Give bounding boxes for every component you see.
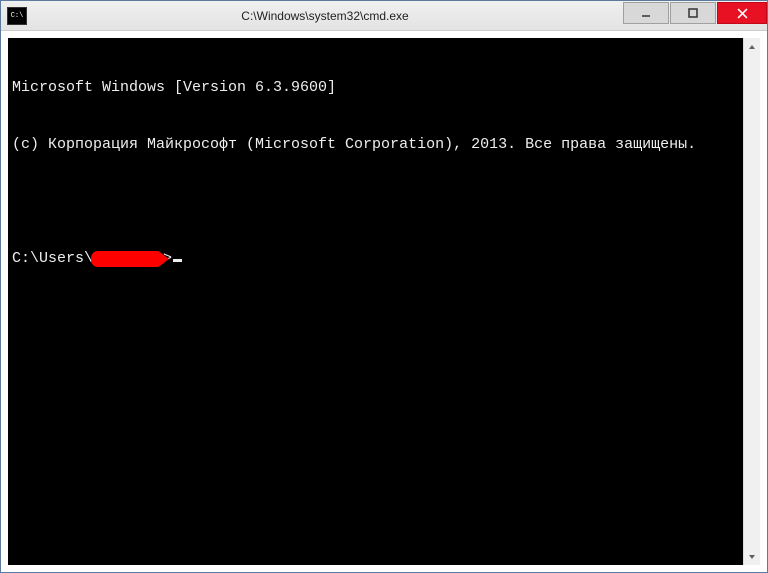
version-line: Microsoft Windows [Version 6.3.9600] [12,78,739,97]
prompt-prefix: C:\Users\ [12,249,93,268]
close-icon [737,8,748,19]
scroll-down-button[interactable] [744,548,760,565]
maximize-button[interactable] [670,2,716,24]
titlebar[interactable]: C:\Windows\system32\cmd.exe [1,1,767,31]
blank-line [12,192,739,211]
chevron-up-icon [748,44,756,50]
client-area: Microsoft Windows [Version 6.3.9600] (c)… [1,31,767,572]
scroll-track[interactable] [744,55,760,548]
redacted-username [91,251,163,267]
maximize-icon [688,8,698,18]
window-title: C:\Windows\system32\cmd.exe [27,9,623,23]
window-controls [623,1,767,30]
minimize-icon [641,8,651,18]
scroll-up-button[interactable] [744,38,760,55]
cmd-window: C:\Windows\system32\cmd.exe Microsoft Wi… [0,0,768,573]
chevron-down-icon [748,554,756,560]
console-output[interactable]: Microsoft Windows [Version 6.3.9600] (c)… [8,38,743,565]
close-button[interactable] [717,2,767,24]
prompt-line: C:\Users\> [12,249,739,268]
copyright-line: (c) Корпорация Майкрософт (Microsoft Cor… [12,135,739,154]
minimize-button[interactable] [623,2,669,24]
cmd-icon [7,7,27,25]
vertical-scrollbar[interactable] [743,38,760,565]
text-cursor [173,259,182,262]
